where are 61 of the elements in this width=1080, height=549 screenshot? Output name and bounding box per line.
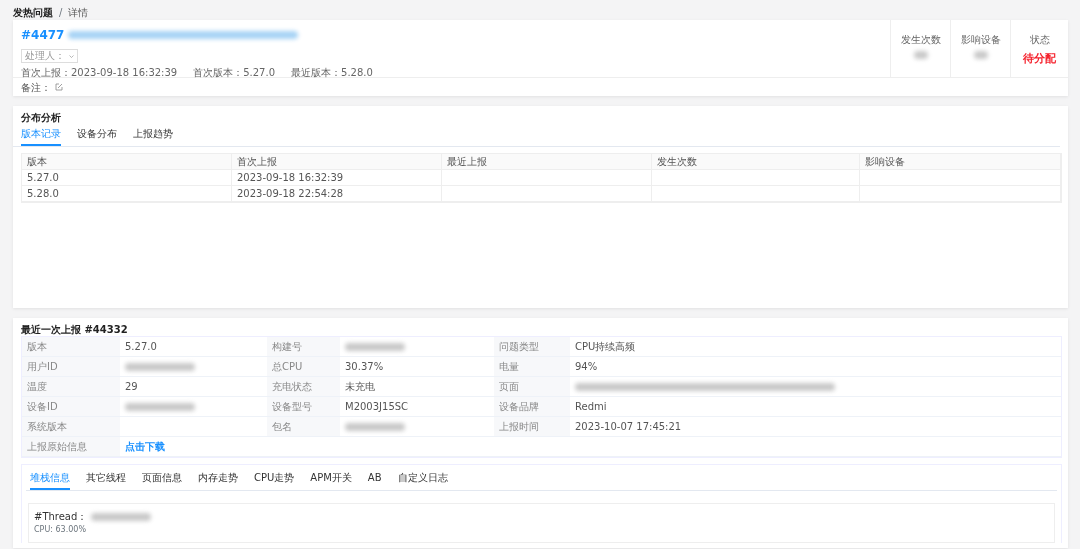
field-value: 94% — [570, 357, 1061, 377]
field-label: 包名 — [267, 417, 340, 437]
field-value: CPU持续高频 — [570, 337, 1061, 357]
breadcrumb-item[interactable]: 发热问题 — [13, 4, 53, 20]
status-value: 待分配 — [1023, 51, 1056, 67]
table-cell: 5.28.0 — [22, 186, 232, 202]
meta-text: 首次上报：2023-09-18 16:32:39 — [21, 66, 178, 80]
tab[interactable]: 其它线程 — [86, 468, 126, 490]
edit-icon[interactable] — [55, 83, 63, 91]
field-label: 设备品牌 — [494, 397, 570, 417]
tab[interactable]: CPU走势 — [254, 468, 295, 490]
column-header: 发生次数 — [652, 154, 860, 170]
stat-label: 状态 — [1029, 33, 1050, 47]
meta-text: 最近版本：5.28.0 — [291, 66, 373, 80]
field-value: 2023-10-07 17:45:21 — [570, 417, 1061, 437]
column-header: 首次上报 — [232, 154, 442, 170]
blurred-text — [913, 51, 928, 59]
field-label: 设备型号 — [267, 397, 340, 417]
field-label: 系统版本 — [22, 417, 120, 437]
section-title: 最近一次上报 #44332 — [20, 323, 129, 336]
blurred-text — [125, 403, 195, 411]
field-label: 页面 — [494, 377, 570, 397]
column-header: 版本 — [22, 154, 232, 170]
blurred-text — [345, 423, 405, 431]
tab[interactable]: 内存走势 — [198, 468, 238, 490]
field-label: 构建号 — [267, 337, 340, 357]
caret-icon — [69, 54, 74, 58]
breadcrumb-item: 详情 — [68, 5, 89, 20]
table-cell: 5.27.0 — [22, 170, 232, 186]
table-cell: 2023-09-18 16:32:39 — [232, 170, 442, 186]
stat-label: 影响设备 — [960, 33, 1001, 47]
cpu-text: CPU: 63.00% — [34, 524, 87, 536]
stat-label: 发生次数 — [900, 33, 941, 47]
field-value: Redmi — [570, 397, 1061, 417]
field-label: 用户ID — [22, 357, 120, 377]
tab[interactable]: 上报趋势 — [133, 124, 173, 146]
tab[interactable]: AB — [367, 468, 382, 490]
table-cell: 2023-09-18 22:54:28 — [232, 186, 442, 202]
field-label: 版本 — [22, 337, 120, 357]
thread-label: #Thread： — [34, 510, 88, 524]
tab[interactable]: APM开关 — [310, 468, 352, 490]
breadcrumb-separator: / — [59, 5, 63, 20]
column-header: 影响设备 — [860, 154, 1061, 170]
blurred-text — [345, 343, 405, 351]
blurred-text — [973, 51, 988, 59]
field-label: 温度 — [22, 377, 120, 397]
field-label: 总CPU — [267, 357, 340, 377]
tab[interactable]: 自定义日志 — [397, 468, 448, 490]
field-label: 电量 — [494, 357, 570, 377]
field-label: 充电状态 — [267, 377, 340, 397]
field-label: 上报原始信息 — [22, 437, 120, 457]
field-label: 问题类型 — [494, 337, 570, 357]
section-title: 分布分析 — [20, 111, 62, 124]
field-label: 设备ID — [22, 397, 120, 417]
column-header: 最近上报 — [442, 154, 652, 170]
tab[interactable]: 设备分布 — [77, 124, 117, 146]
remark-label: 备注： — [21, 80, 51, 95]
blurred-text — [125, 363, 195, 371]
field-label: 上报时间 — [494, 417, 570, 437]
meta-text: 首次版本：5.27.0 — [193, 66, 276, 80]
tab[interactable]: 页面信息 — [142, 468, 182, 490]
